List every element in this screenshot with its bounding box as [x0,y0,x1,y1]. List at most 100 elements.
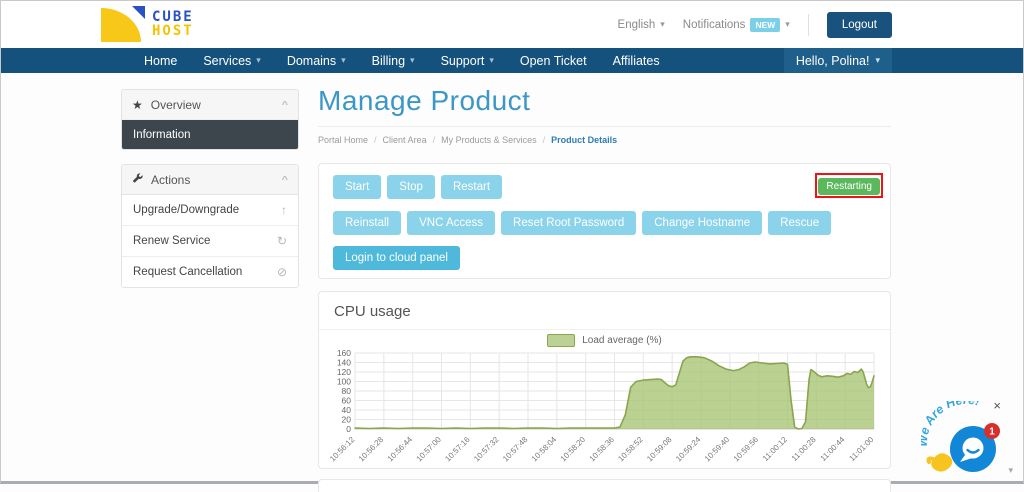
stop-button[interactable]: Stop [387,175,435,199]
page: { "header": { "logo_line1": "CUBE", "log… [0,0,1024,484]
legend-swatch-icon [547,334,575,347]
svg-text:11:01:00: 11:01:00 [847,435,875,463]
nav-item-support[interactable]: Support▾ [428,48,507,73]
main-navbar: HomeServices▾Domains▾Billing▾Support▾Ope… [1,48,1023,73]
star-icon: ★ [132,98,143,112]
vnc-access-button[interactable]: VNC Access [407,211,495,235]
svg-text:11:00:44: 11:00:44 [819,435,847,463]
svg-text:80: 80 [342,386,352,396]
chevron-down-icon[interactable]: ▾ [1008,465,1013,476]
sidebar-item-information[interactable]: Information [121,119,299,150]
logo-text-line2: HOST [152,24,194,38]
language-label: English [618,19,656,31]
svg-text:160: 160 [337,349,351,358]
nav-item-open-ticket[interactable]: Open Ticket [507,48,600,73]
logo[interactable]: CUBE HOST [101,6,194,42]
user-menu[interactable]: Hello, Polina! ▾ [784,48,892,73]
change-hostname-button[interactable]: Change Hostname [642,211,762,235]
nav-item-home[interactable]: Home [131,48,190,73]
sidebar-item-request-cancellation[interactable]: Request Cancellation⊘ [122,256,298,287]
cpu-usage-chart: 02040608010012014016010:56:1210:56:2810:… [325,349,882,467]
svg-text:10:59:24: 10:59:24 [674,435,703,464]
rescue-button[interactable]: Rescue [768,211,831,235]
svg-text:10:57:16: 10:57:16 [443,435,472,464]
nav-item-affiliates[interactable]: Affiliates [600,48,673,73]
chart-title: CPU usage [319,292,890,330]
svg-text:100: 100 [337,377,351,387]
breadcrumb-my-products-services[interactable]: My Products & Services [441,135,537,145]
start-button[interactable]: Start [333,175,381,199]
svg-text:10:57:32: 10:57:32 [472,435,501,464]
reinstall-button[interactable]: Reinstall [333,211,401,235]
chart-legend: Load average (%) [319,334,890,347]
overview-panel-header[interactable]: ★ Overview ^ [122,90,298,120]
status-badge: Restarting [818,178,880,195]
svg-text:11:00:12: 11:00:12 [761,435,789,463]
logo-text-line1: CUBE [152,10,194,24]
breadcrumb-product-details: Product Details [551,135,617,145]
hand-icon [929,453,953,471]
overview-panel: ★ Overview ^ Information [121,89,299,150]
legend-label: Load average (%) [582,335,662,346]
sidebar-item-upgrade-downgrade[interactable]: Upgrade/Downgrade↑ [122,195,298,225]
nav-item-billing[interactable]: Billing▾ [359,48,428,73]
cpu-usage-card: CPU usage Load average (%) 0204060801001… [318,291,891,469]
refresh-icon: ↻ [277,234,287,248]
manage-buttons: ReinstallVNC AccessReset Root PasswordCh… [333,211,831,235]
svg-text:0: 0 [346,424,351,434]
breadcrumb-separator: / [543,135,546,145]
login-to-cloud-panel-button[interactable]: Login to cloud panel [333,246,460,270]
breadcrumb: Portal Home / Client Area / My Products & Se… [318,135,891,145]
svg-text:120: 120 [337,367,351,377]
notifications-dropdown[interactable]: Notifications NEW ▾ [683,18,790,32]
svg-text:11:00:28: 11:00:28 [790,435,818,463]
ban-icon: ⊘ [277,265,287,279]
main-content: Manage Product Portal Home / Client Area / M… [318,85,891,145]
breadcrumb-separator: / [374,135,377,145]
svg-text:20: 20 [342,415,352,425]
actions-panel-header[interactable]: Actions ^ [122,165,298,195]
svg-text:40: 40 [342,405,352,415]
next-card-partial [318,479,891,492]
actions-items: Upgrade/Downgrade↑Renew Service↻Request … [122,195,298,287]
chevron-up-icon: ^ [282,175,288,185]
caret-down-icon: ▾ [410,55,415,66]
restart-button[interactable]: Restart [441,175,502,199]
actions-panel: Actions ^ Upgrade/Downgrade↑Renew Servic… [121,164,299,288]
reset-root-password-button[interactable]: Reset Root Password [501,211,636,235]
svg-text:10:58:20: 10:58:20 [559,435,588,464]
breadcrumb-separator: / [433,135,436,145]
breadcrumb-client-area[interactable]: Client Area [383,135,427,145]
svg-text:60: 60 [342,396,352,406]
svg-text:10:56:12: 10:56:12 [328,435,357,464]
caret-down-icon: ▾ [875,55,880,66]
breadcrumb-portal-home[interactable]: Portal Home [318,135,368,145]
product-actions-card: StartStopRestart ReinstallVNC AccessRese… [318,163,891,279]
divider [318,126,891,127]
logout-button[interactable]: Logout [827,12,892,38]
chevron-up-icon: ^ [282,100,288,110]
svg-text:10:57:48: 10:57:48 [501,435,530,464]
caret-down-icon: ▾ [489,55,494,66]
language-dropdown[interactable]: English ▾ [618,19,665,31]
chat-widget-graphic[interactable]: We Are Here! 1 [921,401,1013,475]
svg-text:10:58:36: 10:58:36 [588,435,617,464]
svg-text:10:56:44: 10:56:44 [386,435,415,464]
nav-item-domains[interactable]: Domains▾ [274,48,359,73]
wrench-icon [132,173,143,187]
caret-down-icon: ▾ [785,19,790,30]
overview-title: Overview [151,98,201,112]
svg-text:10:59:56: 10:59:56 [732,435,761,464]
divider [808,14,809,36]
caret-down-icon: ▾ [341,55,346,66]
panel-buttons: Login to cloud panel [333,246,460,270]
nav-item-services[interactable]: Services▾ [190,48,273,73]
sidebar-item-renew-service[interactable]: Renew Service↻ [122,225,298,256]
page-title: Manage Product [318,85,891,117]
user-menu-label: Hello, Polina! [796,54,870,68]
logo-icon [101,6,145,42]
sidebar: ★ Overview ^ Information Actions ^ Upgra… [121,89,299,302]
arrow-up-icon: ↑ [281,203,287,217]
nav-items: HomeServices▾Domains▾Billing▾Support▾Ope… [131,48,673,73]
top-header: CUBE HOST English ▾ Notifications NEW ▾ … [1,1,1023,48]
